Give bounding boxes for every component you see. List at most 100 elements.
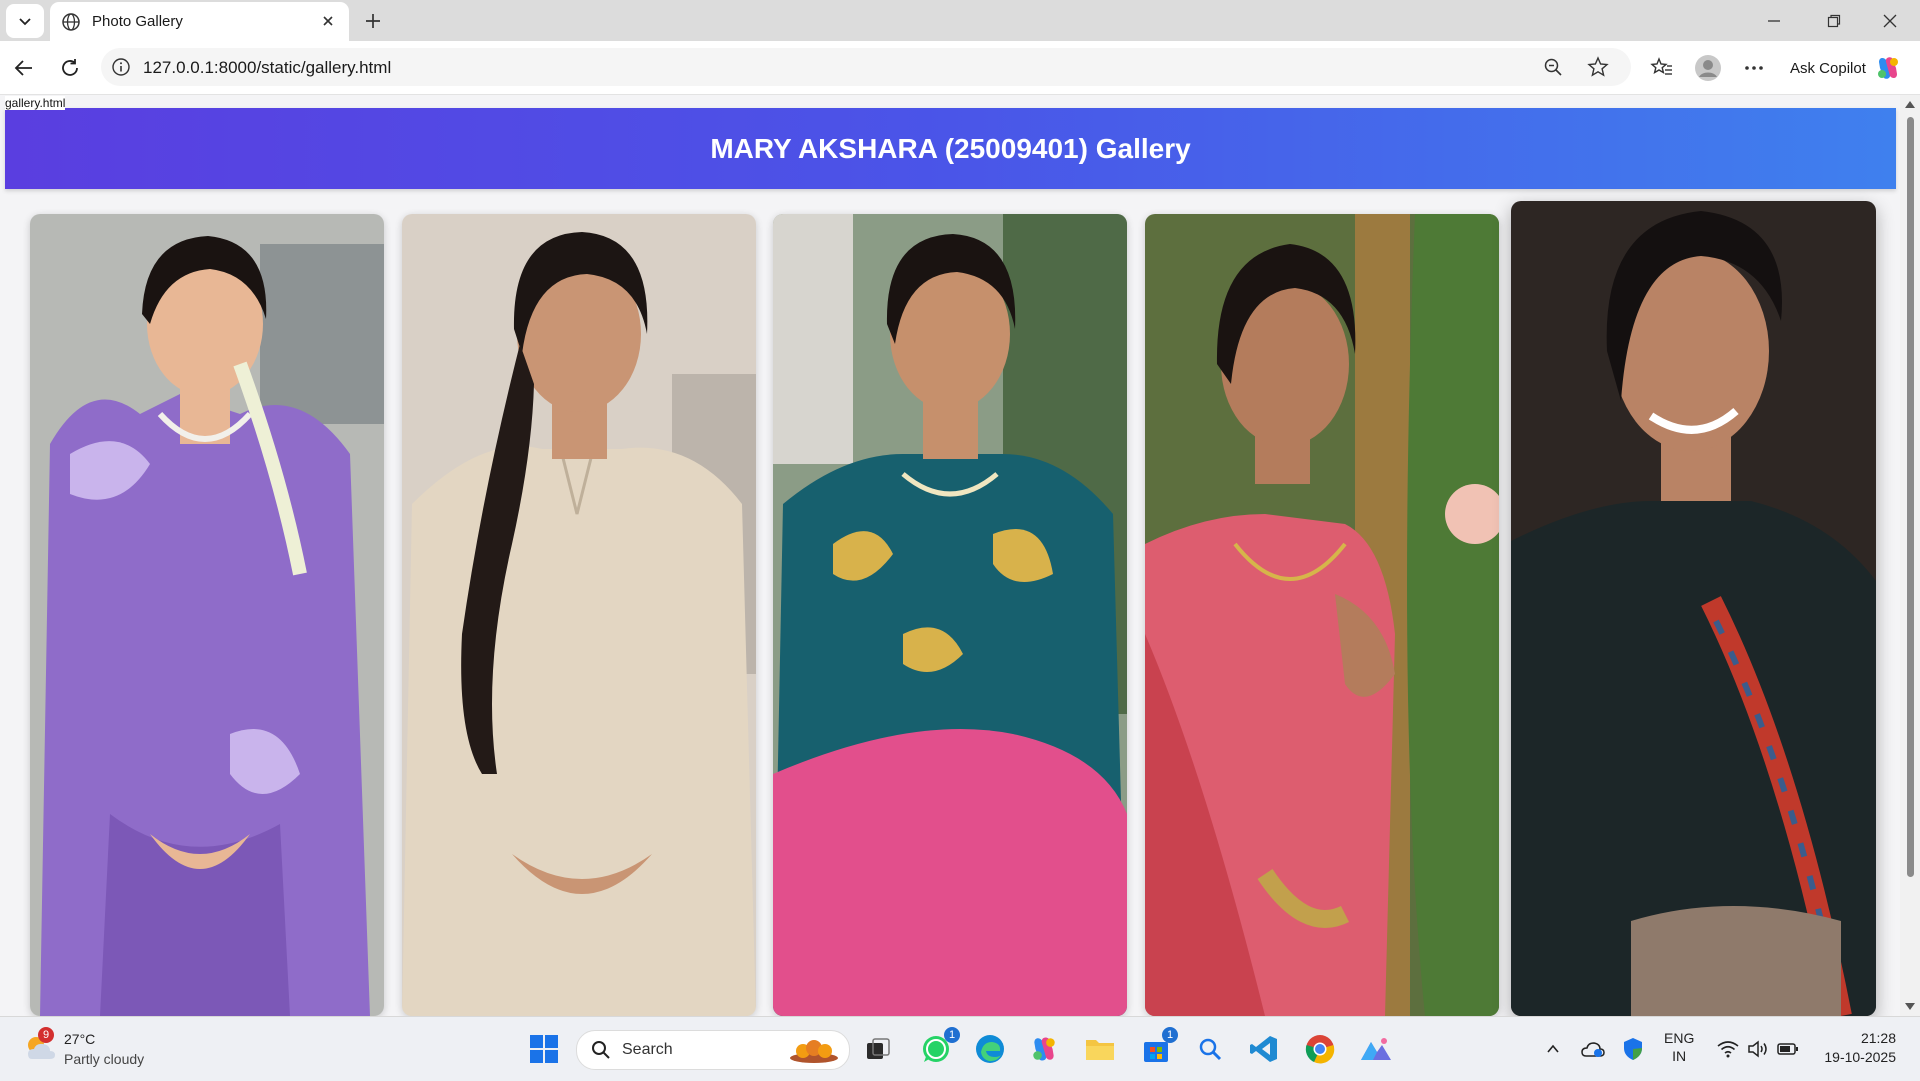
browser-toolbar: 127.0.0.1:8000/static/gallery.html Ask C… [0, 41, 1920, 95]
close-tab-button[interactable] [317, 10, 339, 32]
speaker-icon [1748, 1040, 1767, 1058]
scroll-up-arrow-icon[interactable] [1905, 101, 1915, 108]
security-tray-button[interactable] [1618, 1029, 1648, 1069]
portrait-pink-saree-image [1145, 214, 1499, 1016]
tab-photo-gallery[interactable]: Photo Gallery [50, 2, 349, 41]
plus-icon [366, 14, 380, 28]
restore-button[interactable] [1804, 0, 1864, 41]
copilot-icon [1033, 1037, 1055, 1061]
photos-taskbar-button[interactable] [1356, 1029, 1396, 1069]
link-tooltip: gallery.html [5, 96, 66, 110]
favorite-star-icon[interactable] [1587, 56, 1609, 78]
ask-copilot-button[interactable]: Ask Copilot [1776, 49, 1910, 87]
scroll-down-arrow-icon[interactable] [1905, 1003, 1915, 1010]
windows-taskbar: 9 27°C Partly cloudy Search 1 1 ENG IN 2… [0, 1016, 1920, 1081]
weather-widget[interactable]: 9 27°C Partly cloudy [20, 1027, 180, 1071]
chrome-taskbar-button[interactable] [1300, 1029, 1340, 1069]
vertical-scrollbar[interactable] [1900, 95, 1920, 1016]
url-text[interactable]: 127.0.0.1:8000/static/gallery.html [143, 58, 391, 78]
minimize-icon [1768, 19, 1780, 22]
gallery-photo-1[interactable] [30, 214, 384, 1016]
portrait-beige-kurta-image [402, 214, 756, 1016]
info-icon[interactable] [111, 57, 131, 77]
tab-list-button[interactable] [6, 4, 44, 38]
gallery-photo-3[interactable] [773, 214, 1127, 1016]
search-label: Search [622, 1041, 673, 1058]
search-app-button[interactable] [1190, 1029, 1230, 1069]
tab-title: Photo Gallery [92, 13, 183, 30]
wifi-tray-button[interactable] [1714, 1029, 1742, 1069]
festival-sweets-icon [790, 1040, 838, 1063]
globe-icon [62, 13, 80, 31]
chrome-icon [1305, 1035, 1335, 1064]
chevron-down-icon [19, 18, 31, 26]
store-taskbar-button[interactable]: 1 [1136, 1027, 1178, 1069]
language-code: ENG [1664, 1030, 1695, 1046]
whatsapp-taskbar-button[interactable]: 1 [916, 1027, 960, 1069]
show-hidden-icons-button[interactable] [1538, 1029, 1568, 1069]
vscode-taskbar-button[interactable] [1244, 1029, 1284, 1069]
clock-date: 19-10-2025 [1824, 1049, 1896, 1065]
more-menu-button[interactable] [1736, 50, 1772, 86]
edge-browser-icon [976, 1035, 1004, 1063]
shield-icon [1624, 1038, 1642, 1060]
language-indicator[interactable]: ENG IN [1664, 1029, 1694, 1065]
avatar-icon [1695, 55, 1721, 81]
chevron-up-icon [1547, 1044, 1559, 1053]
refresh-icon [62, 59, 78, 76]
new-tab-button[interactable] [358, 6, 388, 36]
minimize-button[interactable] [1744, 0, 1804, 41]
ask-copilot-label: Ask Copilot [1790, 59, 1866, 77]
refresh-button[interactable] [52, 50, 88, 86]
task-view-icon [867, 1038, 890, 1059]
favorites-button[interactable] [1644, 50, 1680, 86]
windows-logo-icon [530, 1035, 558, 1063]
profile-button[interactable] [1690, 50, 1726, 86]
wifi-icon [1717, 1041, 1739, 1058]
arrow-left-icon [14, 60, 32, 76]
favorites-list-icon [1650, 57, 1672, 75]
page-title: MARY AKSHARA (25009401) Gallery [710, 132, 1191, 164]
portrait-black-shirt-image [1511, 201, 1876, 1016]
gallery-photo-5[interactable] [1511, 201, 1876, 1016]
onedrive-tray-button[interactable] [1578, 1029, 1608, 1069]
more-horizontal-icon [1745, 66, 1763, 70]
battery-tray-button[interactable] [1774, 1029, 1802, 1069]
close-icon [1883, 14, 1897, 27]
page-viewport: MARY AKSHARA (25009401) Gallery gallery.… [0, 95, 1920, 1016]
cloud-sync-icon [1581, 1042, 1605, 1057]
photos-mountain-icon [1361, 1038, 1391, 1060]
back-button[interactable] [6, 50, 42, 86]
tab-strip: Photo Gallery [0, 0, 1920, 41]
portrait-teal-churidar-image [773, 214, 1127, 1016]
store-badge: 1 [1162, 1027, 1178, 1043]
weather-temperature: 27°C [64, 1031, 96, 1047]
gallery-photo-4[interactable] [1145, 214, 1499, 1016]
vscode-icon [1250, 1036, 1277, 1062]
task-view-button[interactable] [858, 1029, 898, 1069]
clock[interactable]: 21:28 19-10-2025 [1812, 1029, 1896, 1067]
edge-taskbar-button[interactable] [970, 1029, 1010, 1069]
copilot-icon [1877, 57, 1898, 79]
weather-badge: 9 [38, 1027, 54, 1043]
copilot-taskbar-button[interactable] [1024, 1029, 1064, 1069]
magnifier-icon [1199, 1038, 1222, 1061]
folder-icon [1086, 1040, 1114, 1060]
search-icon [592, 1041, 610, 1059]
battery-icon [1777, 1043, 1798, 1055]
close-icon [323, 16, 333, 26]
clock-time: 21:28 [1860, 1030, 1896, 1046]
file-explorer-button[interactable] [1080, 1029, 1120, 1069]
start-button[interactable] [524, 1029, 564, 1069]
weather-condition: Partly cloudy [64, 1051, 145, 1067]
close-window-button[interactable] [1860, 0, 1920, 41]
scrollbar-thumb[interactable] [1907, 117, 1914, 877]
region-code: IN [1672, 1048, 1687, 1064]
whatsapp-badge: 1 [944, 1027, 960, 1043]
zoom-out-icon[interactable] [1543, 57, 1563, 77]
volume-tray-button[interactable] [1744, 1029, 1772, 1069]
restore-icon [1827, 14, 1841, 27]
address-bar[interactable]: 127.0.0.1:8000/static/gallery.html [101, 48, 1631, 86]
taskbar-search[interactable]: Search [576, 1030, 850, 1070]
gallery-photo-2[interactable] [402, 214, 756, 1016]
